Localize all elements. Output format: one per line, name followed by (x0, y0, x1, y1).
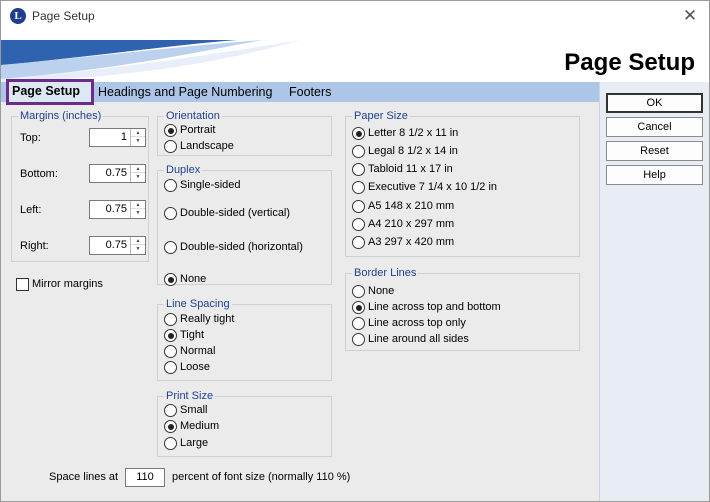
border-lines-legend: Border Lines (352, 267, 419, 279)
ok-button[interactable]: OK (606, 93, 703, 113)
spin-down-icon[interactable]: ▼ (131, 173, 145, 181)
reset-button[interactable]: Reset (606, 141, 703, 161)
duplex-legend: Duplex (164, 164, 203, 176)
right-margin-value: 0.75 (105, 239, 127, 251)
bottom-margin-stepper[interactable]: 0.75 ▲ ▼ (89, 164, 146, 183)
spin-down-icon[interactable]: ▼ (131, 209, 145, 217)
page-setup-dialog: L Page Setup ✕ Page Setup Page Setup Hea… (0, 0, 710, 502)
left-margin-stepper[interactable]: 0.75 ▲ ▼ (89, 200, 146, 219)
print-size-legend: Print Size (164, 390, 216, 402)
tab-page-setup[interactable]: Page Setup (6, 79, 94, 105)
spin-up-icon[interactable]: ▲ (131, 129, 145, 137)
cancel-button[interactable]: Cancel (606, 117, 703, 137)
paper-size-legend: Paper Size (352, 110, 410, 122)
space-lines-suffix: percent of font size (normally 110 %) (172, 471, 351, 483)
border-lines-group: Border Lines None Line across top and bo… (345, 267, 580, 351)
line-spacing-group: Line Spacing Really tight Tight Normal L… (157, 298, 332, 381)
orientation-group: Orientation Portrait Landscape (157, 110, 332, 156)
spin-up-icon[interactable]: ▲ (131, 165, 145, 173)
top-margin-stepper[interactable]: 1 ▲ ▼ (89, 128, 146, 147)
tab-headings-page-numbering[interactable]: Headings and Page Numbering (98, 85, 272, 99)
window-title: Page Setup (32, 9, 95, 23)
right-margin-stepper[interactable]: 0.75 ▲ ▼ (89, 236, 146, 255)
line-spacing-legend: Line Spacing (164, 298, 232, 310)
margins-group: Margins (inches) Top: 1 ▲ ▼ Bottom: 0.75… (11, 110, 149, 262)
orientation-legend: Orientation (164, 110, 222, 122)
bottom-margin-value: 0.75 (105, 167, 127, 179)
space-lines-prefix: Space lines at (49, 471, 119, 483)
mirror-margins-label: Mirror margins (32, 278, 103, 290)
help-button[interactable]: Help (606, 165, 703, 185)
tab-footers[interactable]: Footers (289, 85, 331, 99)
top-margin-value: 1 (120, 131, 127, 143)
left-margin-value: 0.75 (105, 203, 127, 215)
tab-strip: Page Setup Headings and Page Numbering F… (1, 79, 599, 105)
mirror-margins-checkbox[interactable] (16, 278, 29, 291)
right-margin-label: Right: (20, 240, 49, 252)
title-bar: L Page Setup ✕ (1, 1, 709, 31)
close-icon[interactable]: ✕ (679, 5, 701, 27)
spin-down-icon[interactable]: ▼ (131, 245, 145, 253)
duplex-group: Duplex Single-sided Double-sided (vertic… (157, 164, 332, 286)
spin-up-icon[interactable]: ▲ (131, 201, 145, 209)
spin-up-icon[interactable]: ▲ (131, 237, 145, 245)
print-size-group: Print Size Small Medium Large (157, 390, 332, 457)
bottom-margin-label: Bottom: (20, 168, 58, 180)
header-banner: Page Setup (1, 31, 709, 83)
button-panel: OK Cancel Reset Help (599, 82, 709, 501)
paper-size-group: Paper Size Letter 8 1/2 x 11 in Legal 8 … (345, 110, 580, 257)
spin-down-icon[interactable]: ▼ (131, 137, 145, 145)
banner-title: Page Setup (564, 49, 695, 76)
top-margin-label: Top: (20, 132, 41, 144)
margins-legend: Margins (inches) (18, 110, 104, 122)
dialog-body: Page Setup Headings and Page Numbering F… (1, 79, 709, 501)
space-lines-input[interactable]: 110 (125, 468, 165, 487)
left-margin-label: Left: (20, 204, 42, 216)
app-logo-icon: L (10, 8, 26, 24)
